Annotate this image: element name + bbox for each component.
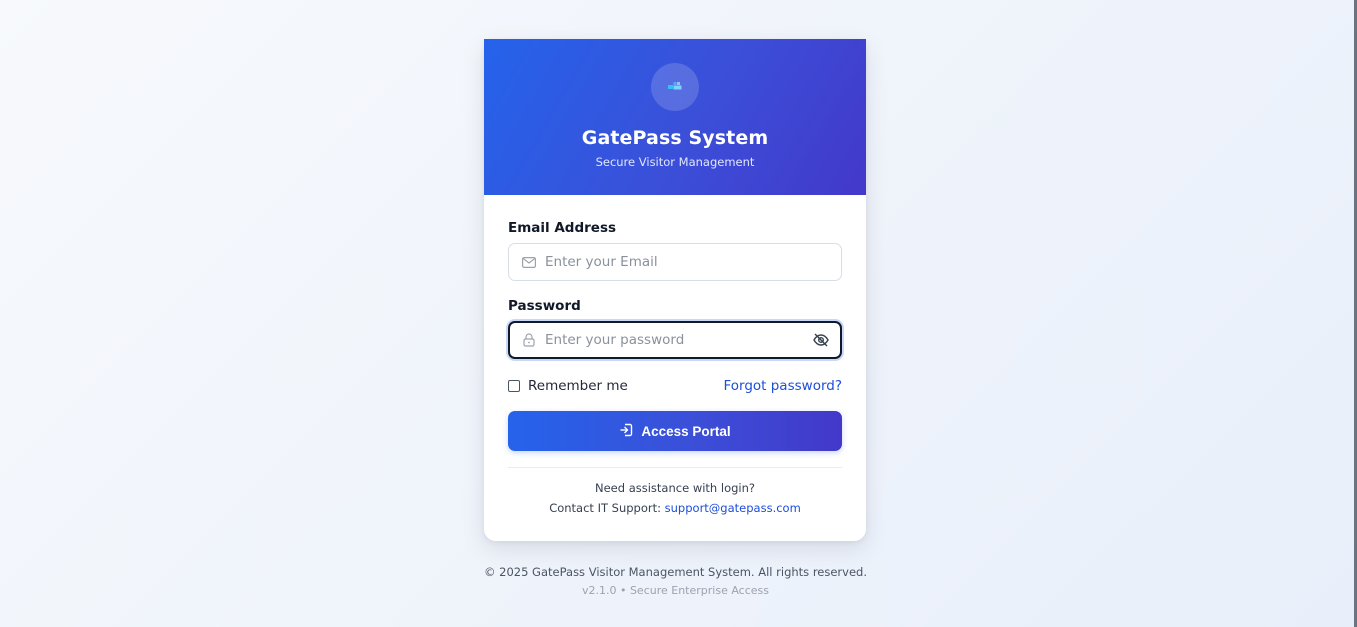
remember-label[interactable]: Remember me [528, 378, 628, 394]
lock-icon [521, 332, 537, 348]
app-subtitle: Secure Visitor Management [595, 155, 755, 169]
password-field-wrapper [508, 321, 842, 359]
forgot-password-link[interactable]: Forgot password? [723, 378, 842, 394]
email-field-wrapper [508, 243, 842, 281]
eye-off-icon[interactable] [812, 331, 830, 349]
sign-in-icon [619, 423, 633, 440]
password-input[interactable] [545, 323, 812, 357]
building-icon [668, 78, 682, 97]
access-portal-button[interactable]: Access Portal [508, 411, 842, 451]
support-email-link[interactable]: support@gatepass.com [665, 501, 801, 515]
email-input[interactable] [545, 244, 841, 280]
remember-checkbox[interactable] [508, 380, 520, 392]
help-contact-prefix: Contact IT Support: [549, 501, 661, 515]
logo-badge [651, 63, 699, 111]
footer-version: v2.1.0 • Secure Enterprise Access [581, 584, 770, 597]
envelope-icon [521, 254, 537, 270]
email-label: Email Address [508, 220, 617, 236]
password-label: Password [508, 298, 581, 314]
access-portal-label: Access Portal [641, 423, 731, 439]
help-contact: Contact IT Support: support@gatepass.com [484, 501, 866, 515]
footer-copyright: © 2025 GatePass Visitor Management Syste… [483, 565, 867, 579]
remember-me: Remember me [508, 378, 628, 394]
login-header: GatePass System Secure Visitor Managemen… [484, 39, 866, 195]
divider [508, 467, 842, 468]
remember-row: Remember me Forgot password? [508, 377, 842, 395]
login-card: GatePass System Secure Visitor Managemen… [484, 39, 866, 541]
help-question: Need assistance with login? [595, 481, 755, 495]
app-title: GatePass System [581, 127, 769, 149]
